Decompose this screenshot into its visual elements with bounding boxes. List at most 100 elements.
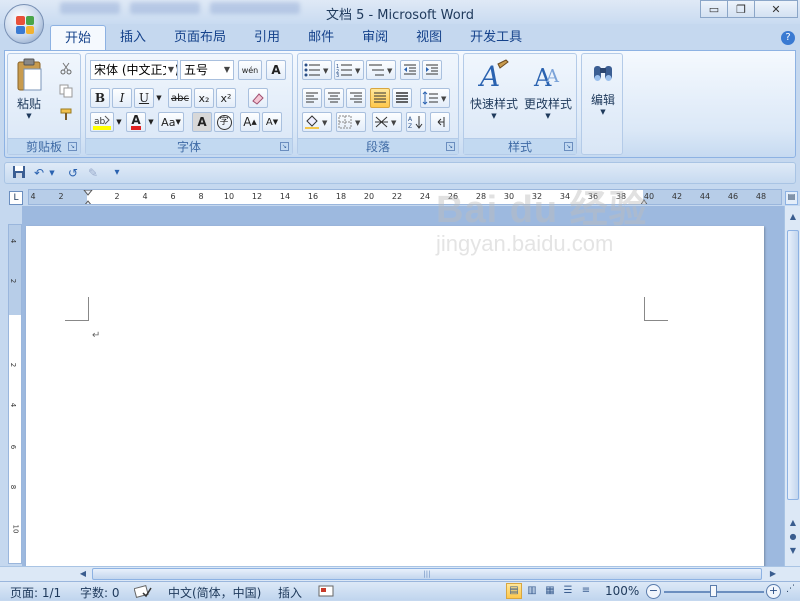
office-button[interactable] <box>4 4 44 44</box>
select-browse-object-button[interactable]: ● <box>786 530 800 544</box>
zoom-in-button[interactable]: + <box>766 584 781 599</box>
right-indent-marker-icon[interactable] <box>639 196 649 205</box>
view-ruler-button[interactable]: ▤ <box>785 191 798 205</box>
line-spacing-button[interactable]: ▼ <box>420 88 450 108</box>
chinese-layout-button[interactable]: ▼ <box>372 112 402 132</box>
document-page[interactable]: ↵ <box>26 226 764 566</box>
horizontal-scroll-thumb[interactable]: ||| <box>92 568 762 580</box>
tab-page-layout[interactable]: 页面布局 <box>160 25 240 50</box>
font-color-button[interactable]: A <box>126 112 146 132</box>
vertical-scroll-thumb[interactable] <box>787 230 799 500</box>
minimize-button[interactable]: ▭ <box>700 0 728 18</box>
tab-home[interactable]: 开始 <box>50 25 107 50</box>
tab-references[interactable]: 引用 <box>240 25 294 50</box>
full-screen-reading-button[interactable]: ▥ <box>524 583 540 599</box>
grow-font-button[interactable]: A ▲ <box>240 112 260 132</box>
copy-button[interactable] <box>56 81 76 101</box>
font-dialog-launcher[interactable]: ↘ <box>280 142 289 151</box>
insert-mode[interactable]: 插入 <box>278 584 302 601</box>
bullets-button[interactable]: ▼ <box>302 60 332 80</box>
tab-view[interactable]: 视图 <box>402 25 456 50</box>
shrink-font-button[interactable]: A ▼ <box>262 112 282 132</box>
outline-view-button[interactable]: ☰ <box>560 583 576 599</box>
tab-insert[interactable]: 插入 <box>106 25 160 50</box>
scroll-up-button[interactable]: ▲ <box>786 210 800 224</box>
sort-button[interactable]: AZ <box>406 112 426 132</box>
clear-formatting-button[interactable]: A <box>266 60 286 80</box>
format-painter-button[interactable] <box>56 104 76 124</box>
styles-dialog-launcher[interactable]: ↘ <box>564 142 573 151</box>
zoom-level[interactable]: 100% <box>605 584 639 598</box>
word-count[interactable]: 字数: 0 <box>80 584 120 601</box>
font-size-combo[interactable]: 五号 ▼ <box>180 60 234 80</box>
web-layout-button[interactable]: ▦ <box>542 583 558 599</box>
print-layout-button[interactable]: ▤ <box>506 583 522 599</box>
format-painter-qat-button[interactable]: ✎ <box>85 165 101 181</box>
zoom-out-button[interactable]: − <box>646 584 661 599</box>
tab-mailings[interactable]: 邮件 <box>294 25 348 50</box>
align-right-button[interactable] <box>346 88 366 108</box>
show-marks-button[interactable] <box>430 112 450 132</box>
horizontal-ruler[interactable]: 4 2 2 4 6 8 10 12 14 16 18 20 22 24 26 2… <box>28 189 782 205</box>
font-name-combo[interactable]: 宋体 (中文正文) ▼ <box>90 60 178 80</box>
language-indicator[interactable]: 中文(简体，中国) <box>168 584 261 601</box>
shading-button[interactable]: ▼ <box>302 112 332 132</box>
clipboard-dialog-launcher[interactable]: ↘ <box>68 142 77 151</box>
quick-styles-button[interactable]: A 快速样式 ▼ <box>468 58 520 120</box>
horizontal-scrollbar[interactable]: ◀ ||| ▶ <box>0 566 800 581</box>
highlight-dropdown[interactable]: ▼ <box>114 112 124 132</box>
page-count[interactable]: 页面: 1/1 <box>10 584 61 601</box>
align-left-button[interactable] <box>302 88 322 108</box>
tab-developer[interactable]: 开发工具 <box>456 25 536 50</box>
highlight-button[interactable]: ab <box>90 112 114 132</box>
zoom-slider-thumb[interactable] <box>710 585 717 597</box>
undo-dropdown[interactable]: ▼ <box>47 165 57 181</box>
macro-record-icon[interactable] <box>318 584 334 601</box>
redo-button[interactable]: ↺ <box>65 165 81 181</box>
align-center-button[interactable] <box>324 88 344 108</box>
cut-button[interactable] <box>56 58 76 78</box>
numbering-button[interactable]: 1 2 3 ▼ <box>334 60 364 80</box>
distributed-button[interactable] <box>392 88 412 108</box>
subscript-button[interactable]: x₂ <box>194 88 214 108</box>
decrease-indent-button[interactable] <box>400 60 420 80</box>
italic-button[interactable]: I <box>112 88 132 108</box>
text-effects-button[interactable] <box>248 88 268 108</box>
increase-indent-button[interactable] <box>422 60 442 80</box>
underline-button[interactable]: U <box>134 88 154 108</box>
strikethrough-button[interactable]: abc <box>168 88 192 108</box>
change-styles-button[interactable]: AA 更改样式 ▼ <box>522 58 574 120</box>
close-button[interactable]: ✕ <box>754 0 798 18</box>
vertical-scrollbar[interactable]: ▲ ▲ ● ▼ <box>784 206 800 566</box>
save-button[interactable] <box>11 165 27 181</box>
next-page-button[interactable]: ▼ <box>786 544 800 558</box>
font-group-label: 字体 <box>86 138 292 154</box>
editing-button[interactable]: 编辑 ▼ <box>584 58 622 116</box>
underline-dropdown[interactable]: ▼ <box>154 88 164 108</box>
help-button[interactable]: ? <box>781 31 795 45</box>
superscript-button[interactable]: x² <box>216 88 236 108</box>
change-case-button[interactable]: Aa ▼ <box>158 112 184 132</box>
enclose-characters-button[interactable]: 字 <box>214 112 234 132</box>
draft-view-button[interactable]: ≡ <box>578 583 594 599</box>
tab-review[interactable]: 审阅 <box>348 25 402 50</box>
phonetic-guide-button[interactable]: wén <box>238 60 262 80</box>
undo-button[interactable]: ↶ <box>31 165 47 181</box>
previous-page-button[interactable]: ▲ <box>786 516 800 530</box>
indent-marker-icon[interactable] <box>83 190 93 205</box>
proofing-icon[interactable] <box>133 584 152 601</box>
borders-button[interactable]: ▼ <box>336 112 366 132</box>
paste-button[interactable]: 粘贴 ▼ <box>12 58 46 120</box>
justify-button[interactable] <box>370 88 390 108</box>
paragraph-dialog-launcher[interactable]: ↘ <box>446 142 455 151</box>
scroll-left-button[interactable]: ◀ <box>76 567 90 581</box>
tab-selector[interactable]: L <box>9 191 23 205</box>
vertical-ruler[interactable]: 4 2 2 4 6 8 10 <box>8 224 22 564</box>
multilevel-list-button[interactable]: ▼ <box>366 60 396 80</box>
character-shading-button[interactable]: A <box>192 112 212 132</box>
font-color-dropdown[interactable]: ▼ <box>146 112 156 132</box>
customize-qat-button[interactable]: ▾ <box>109 165 125 181</box>
bold-button[interactable]: B <box>90 88 110 108</box>
scroll-right-button[interactable]: ▶ <box>766 567 780 581</box>
maximize-button[interactable]: ❐ <box>727 0 755 18</box>
